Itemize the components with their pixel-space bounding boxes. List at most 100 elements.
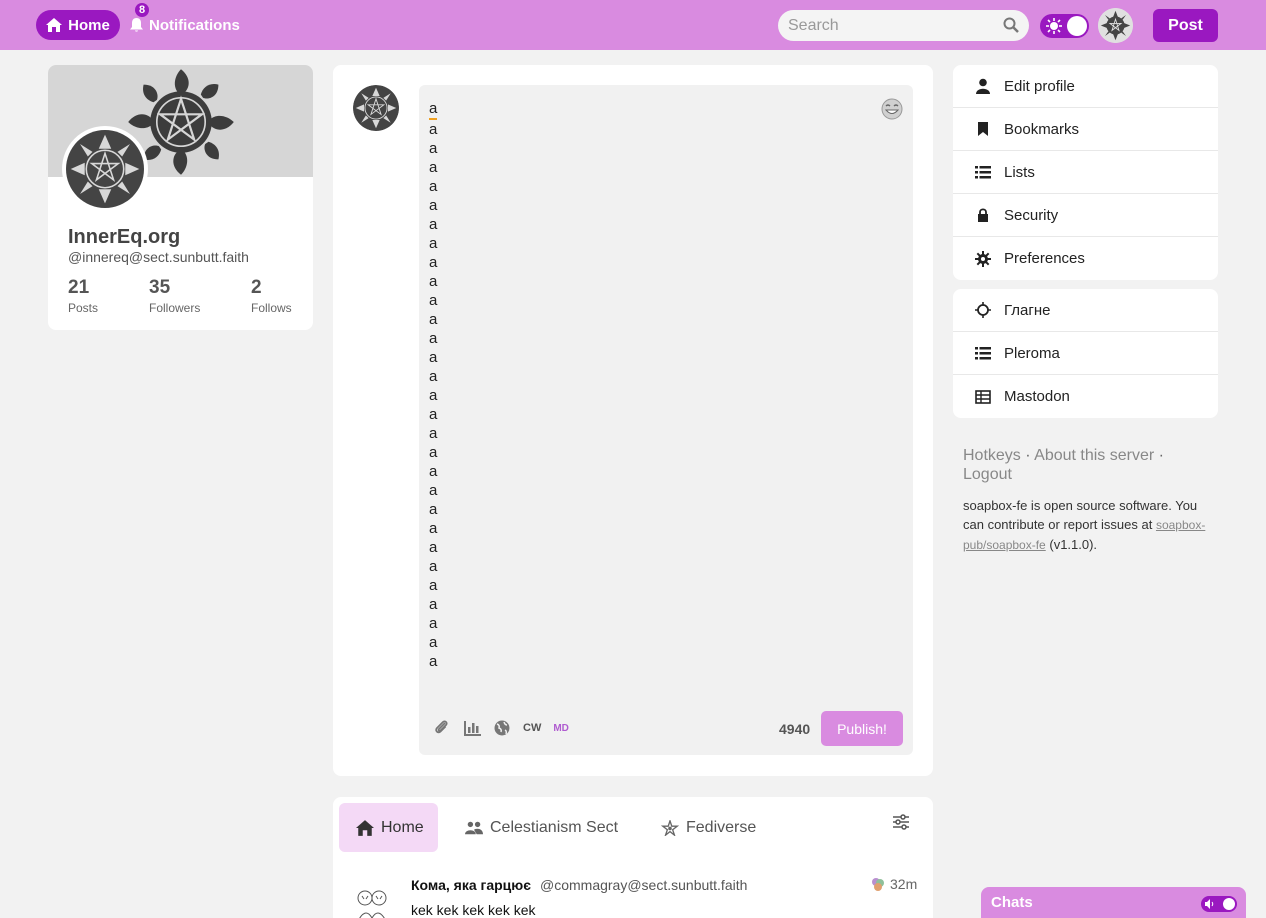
poll-icon[interactable]: [463, 719, 481, 737]
notification-count-badge: 8: [135, 3, 150, 17]
globe-icon[interactable]: [493, 719, 511, 737]
tab-celestianism-sect[interactable]: Celestianism Sect: [465, 803, 618, 852]
search-icon[interactable]: [1003, 17, 1019, 33]
account-avatar-button[interactable]: [1098, 8, 1133, 43]
compose-line: a: [429, 653, 438, 670]
menu-item-lists[interactable]: Lists: [953, 151, 1218, 194]
menu-item-label: Edit profile: [1004, 77, 1075, 95]
compose-line: a: [429, 178, 438, 195]
compose-line: a: [429, 159, 438, 176]
compose-line: a: [429, 539, 438, 556]
menu-item-label: Security: [1004, 206, 1059, 224]
avatar: [353, 85, 399, 131]
menu-item-label: Preferences: [1004, 250, 1085, 267]
menu-item-bookmarks[interactable]: Bookmarks: [953, 108, 1218, 151]
toggle-knob: [1067, 16, 1087, 36]
profile-card: InnerEq.org @innereq@sect.sunbutt.faith …: [48, 65, 313, 330]
compose-line: a: [429, 216, 438, 233]
post-author-avatar[interactable]: [347, 878, 397, 918]
timeline: Home Celestianism Sect Fediverse Кома, я…: [333, 797, 933, 918]
compose-line: a: [429, 99, 438, 120]
follows-stat[interactable]: 2 Follows: [251, 277, 292, 315]
follows-label: Follows: [251, 301, 292, 315]
compose-line: a: [429, 349, 438, 366]
emoji-picker-icon[interactable]: [881, 98, 903, 120]
home-nav-button[interactable]: Home: [36, 10, 120, 40]
menu-item-preferences[interactable]: Preferences: [953, 237, 1218, 280]
footer-links: Hotkeys · About this server · Logout: [963, 446, 1208, 484]
list-icon: [975, 166, 991, 179]
chats-panel[interactable]: Chats: [981, 887, 1246, 918]
lock-icon: [978, 208, 988, 222]
logout-link[interactable]: Logout: [963, 466, 1012, 483]
compose-line: a: [429, 463, 438, 480]
sun-icon: [1046, 18, 1062, 34]
instance-favicon-icon: [872, 878, 884, 891]
notifications-nav-button[interactable]: 8 Notifications: [130, 3, 240, 40]
status-item[interactable]: Кома, яка гарцює @commagray@sect.sunbutt…: [333, 872, 933, 918]
publish-button[interactable]: Publish!: [821, 711, 903, 746]
avatar: [347, 878, 397, 918]
compose-line: a: [429, 406, 438, 423]
profile-display-name[interactable]: InnerEq.org: [68, 226, 180, 249]
post-timestamp[interactable]: 32m: [890, 876, 917, 892]
compose-textarea[interactable]: aaaaaaaaaaaaaaaaaaaaaaaaaaaaaa CW MD 494…: [419, 85, 913, 755]
posts-stat[interactable]: 21 Posts: [68, 277, 98, 315]
menu-item-security[interactable]: Security: [953, 194, 1218, 237]
content-warning-button[interactable]: CW: [523, 722, 541, 734]
tab-home[interactable]: Home: [339, 803, 438, 852]
menu-item-glagne[interactable]: Глагне: [953, 289, 1218, 332]
menu-item-label: Lists: [1004, 163, 1035, 181]
user-icon: [976, 78, 990, 94]
profile-avatar[interactable]: [62, 126, 148, 212]
list-icon: [975, 347, 991, 360]
post-author-name[interactable]: Кома, яка гарцює: [411, 877, 531, 893]
compose-text-lines: aaaaaaaaaaaaaaaaaaaaaaaaaaaaaa: [429, 99, 438, 671]
paperclip-icon[interactable]: [433, 719, 451, 737]
chat-sound-toggle[interactable]: [1201, 896, 1237, 912]
gear-icon: [975, 250, 991, 267]
links-menu-card: Глагне Pleroma Mastodon: [953, 289, 1218, 418]
notifications-nav-label: Notifications: [149, 16, 240, 34]
home-nav-label: Home: [68, 16, 110, 34]
tab-home-label: Home: [381, 818, 424, 836]
menu-item-mastodon[interactable]: Mastodon: [953, 375, 1218, 418]
about-server-link[interactable]: About this server: [1034, 447, 1154, 464]
table-icon: [975, 389, 991, 404]
compose-form: aaaaaaaaaaaaaaaaaaaaaaaaaaaaaa CW MD 494…: [333, 65, 933, 776]
compose-line: a: [429, 444, 438, 461]
post-button[interactable]: Post: [1153, 9, 1218, 42]
search-input[interactable]: [778, 10, 1029, 41]
menu-item-pleroma[interactable]: Pleroma: [953, 332, 1218, 375]
compose-line: a: [429, 235, 438, 252]
post-author-handle[interactable]: @commagray@sect.sunbutt.faith: [540, 877, 747, 893]
compose-line: a: [429, 482, 438, 499]
avatar: [66, 130, 144, 208]
tab-celestianism-sect-label: Celestianism Sect: [490, 818, 619, 836]
theme-toggle[interactable]: [1040, 14, 1089, 38]
tab-fediverse[interactable]: Fediverse: [661, 803, 756, 852]
compose-line: a: [429, 292, 438, 309]
menu-item-label: Pleroma: [1004, 344, 1060, 362]
separator: ·: [1158, 447, 1164, 464]
menu-item-edit-profile[interactable]: Edit profile: [953, 65, 1218, 108]
avatar: [1098, 8, 1133, 43]
tab-fediverse-label: Fediverse: [686, 818, 757, 836]
followers-label: Followers: [149, 301, 201, 315]
compose-toolbar: CW MD: [433, 719, 569, 737]
profile-handle: @innereq@sect.sunbutt.faith: [68, 249, 249, 265]
timeline-settings-icon[interactable]: [893, 814, 909, 830]
hotkeys-link[interactable]: Hotkeys: [963, 447, 1021, 464]
compose-line: a: [429, 387, 438, 404]
menu-item-label: Mastodon: [1004, 388, 1070, 405]
followers-stat[interactable]: 35 Followers: [149, 277, 200, 315]
compose-line: a: [429, 368, 438, 385]
top-navigation-bar: Home 8 Notifications Post: [0, 0, 1266, 50]
chats-title[interactable]: Chats: [991, 894, 1033, 911]
markdown-toggle[interactable]: MD: [553, 723, 569, 734]
compose-line: a: [429, 558, 438, 575]
speaker-icon: [1205, 899, 1214, 909]
bookmark-icon: [978, 122, 988, 136]
follows-count: 2: [251, 277, 262, 298]
compose-line: a: [429, 330, 438, 347]
